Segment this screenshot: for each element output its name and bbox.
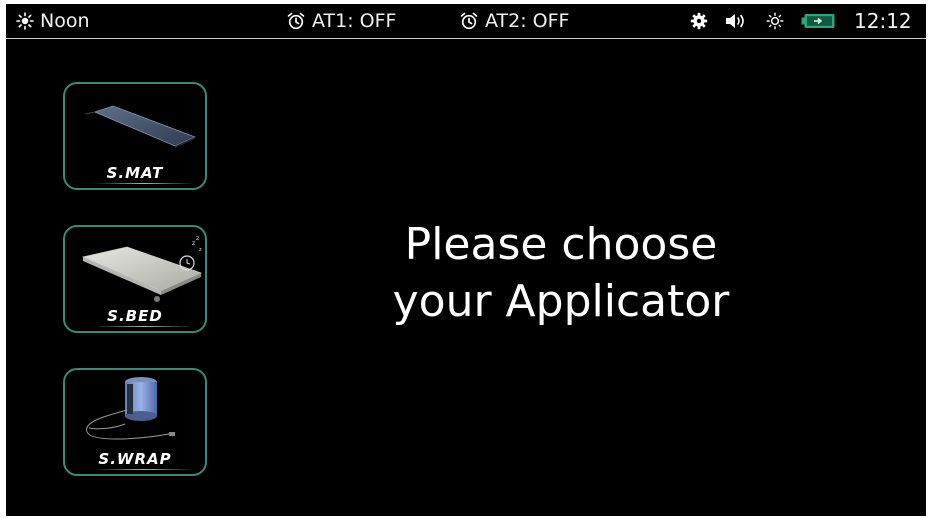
bed-applicator-image: z z z xyxy=(81,235,203,302)
applicator-label-swrap: S.WRAP xyxy=(98,450,172,468)
prompt-line-1: Please choose xyxy=(404,219,718,270)
alarm-clock-icon xyxy=(286,11,306,31)
applicator-label-sbed: S.BED xyxy=(107,307,163,325)
alarm1-indicator[interactable]: AT1: OFF xyxy=(286,4,396,38)
speaker-icon xyxy=(724,12,748,30)
mode-indicator[interactable]: Noon xyxy=(16,4,90,38)
mat-applicator-image xyxy=(84,105,197,148)
brightness-icon xyxy=(766,12,784,30)
label-underline xyxy=(93,326,195,327)
clock: 12:12 xyxy=(854,4,912,38)
alarm-clock-icon xyxy=(459,11,479,31)
label-underline xyxy=(93,183,195,184)
prompt-line-2: your Applicator xyxy=(392,276,730,327)
applicator-label-smat: S.MAT xyxy=(106,164,164,182)
status-bar: Noon AT1: OFF AT2: OFF 12:12 xyxy=(6,4,926,39)
applicator-prompt: Please choose your Applicator xyxy=(376,216,746,330)
alarm2-indicator[interactable]: AT2: OFF xyxy=(459,4,569,38)
svg-text:z: z xyxy=(196,235,199,242)
device-screen: Noon AT1: OFF AT2: OFF 12:12 S.MAT z z z… xyxy=(6,4,926,516)
svg-text:z: z xyxy=(199,247,202,253)
applicator-button-swrap[interactable]: S.WRAP xyxy=(63,368,207,476)
alarm2-label: AT2: OFF xyxy=(485,10,570,32)
wrap-applicator-image xyxy=(86,377,175,440)
gear-icon xyxy=(690,12,708,30)
mode-label: Noon xyxy=(40,10,90,32)
brightness-button[interactable] xyxy=(766,4,784,38)
volume-button[interactable] xyxy=(724,4,748,38)
sun-icon xyxy=(16,12,34,30)
battery-charging-icon xyxy=(801,13,835,29)
applicator-button-sbed[interactable]: z z z S.BED xyxy=(63,225,207,333)
svg-text:z: z xyxy=(192,240,195,247)
label-underline xyxy=(93,469,195,470)
battery-indicator xyxy=(801,4,835,38)
settings-button[interactable] xyxy=(690,4,708,38)
applicator-button-smat[interactable]: S.MAT xyxy=(63,82,207,190)
alarm1-label: AT1: OFF xyxy=(312,10,397,32)
clock-label: 12:12 xyxy=(854,9,912,33)
